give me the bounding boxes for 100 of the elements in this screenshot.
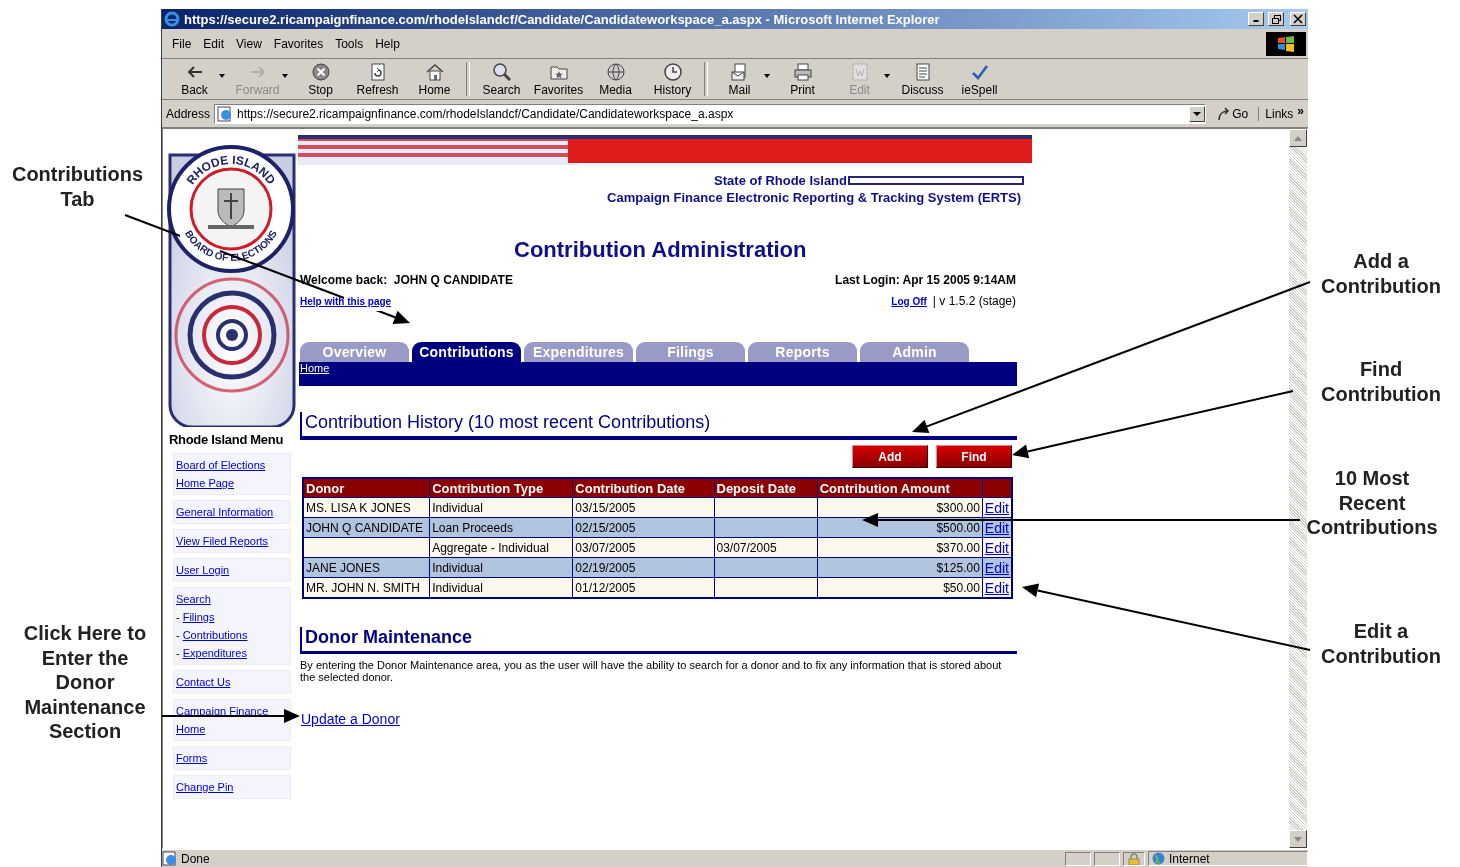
table-cell: MS. LISA K JONES bbox=[303, 497, 430, 518]
state-name: State of Rhode Island bbox=[714, 173, 847, 188]
callout-text: Contributions Tab bbox=[10, 162, 145, 211]
column-header: Deposit Date bbox=[714, 478, 818, 498]
page-icon bbox=[217, 105, 234, 122]
menu-link[interactable]: Campaign Finance bbox=[176, 702, 269, 720]
minimize-button[interactable] bbox=[1248, 12, 1264, 26]
list-dash: - bbox=[176, 646, 180, 661]
page-title: Contribution Administration bbox=[514, 237, 807, 263]
status-panel bbox=[1065, 851, 1091, 866]
links-button[interactable]: Links bbox=[1265, 106, 1294, 121]
toolbar-button[interactable]: Print bbox=[774, 61, 831, 97]
description-text: By entering the Donor Maintenance area, you as the user will have the ability to search for a donor and to fix any information that is stored about the selected donor. bbox=[300, 659, 1003, 683]
update-donor-link[interactable]: Update a Donor bbox=[301, 711, 400, 727]
toolbar-button[interactable]: Back bbox=[166, 61, 223, 97]
column-header: Donor bbox=[303, 478, 430, 498]
column-header: Contribution Type bbox=[429, 478, 573, 498]
caret-icon bbox=[1193, 110, 1202, 117]
scrollbar[interactable] bbox=[1289, 129, 1307, 848]
breadcrumb-link[interactable]: Home bbox=[300, 362, 330, 374]
menu-item[interactable]: Favorites bbox=[267, 34, 330, 53]
search-icon bbox=[490, 61, 513, 83]
toolbar-button[interactable]: Mail bbox=[711, 61, 768, 97]
menu-title: Rhode Island Menu bbox=[169, 432, 285, 447]
address-label: Address bbox=[166, 106, 211, 121]
menu-link[interactable]: Home bbox=[176, 720, 206, 738]
zone-text: Internet bbox=[1169, 851, 1210, 866]
status-panel bbox=[1094, 851, 1120, 866]
column-header: Contribution Date bbox=[572, 478, 714, 498]
last-login: Last Login: Apr 15 2005 9:14AM bbox=[835, 273, 1016, 287]
action-button[interactable]: Find bbox=[936, 445, 1012, 468]
close-button[interactable] bbox=[1290, 12, 1306, 26]
menu-link[interactable]: Contact Us bbox=[176, 673, 231, 691]
toolbar-button[interactable]: Home bbox=[406, 61, 463, 97]
menu-link[interactable]: View Filed Reports bbox=[176, 532, 269, 550]
list-dash: - bbox=[176, 628, 180, 643]
welcome-text: Welcome back: JOHN Q CANDIDATE bbox=[300, 273, 513, 287]
printer-icon bbox=[791, 61, 814, 83]
toolbar-button[interactable]: History bbox=[644, 61, 701, 97]
callout-text: Click Here to Enter the Donor Maintenance Section bbox=[22, 621, 148, 744]
menu-link[interactable]: User Login bbox=[176, 561, 230, 579]
padlock-icon bbox=[1128, 852, 1140, 865]
close-icon bbox=[1293, 14, 1303, 24]
help-link[interactable]: Help with this page bbox=[300, 295, 392, 307]
toolbar-button[interactable]: Stop bbox=[292, 61, 349, 97]
restore-icon bbox=[1271, 14, 1281, 24]
globe-icon bbox=[1152, 852, 1165, 865]
menu-link[interactable]: Board of Elections bbox=[176, 456, 266, 474]
clock-icon bbox=[661, 61, 684, 83]
callout-text: Edit a Contribution bbox=[1320, 619, 1442, 668]
callout-text: 10 Most Recent Contributions bbox=[1305, 466, 1439, 540]
menu-link[interactable]: Filings bbox=[182, 608, 215, 626]
toolbar-button[interactable]: Discuss bbox=[894, 61, 951, 97]
menu-link[interactable]: General Information bbox=[176, 503, 274, 521]
menu-link[interactable]: Home Page bbox=[176, 474, 235, 492]
menu-link[interactable]: Contributions bbox=[182, 626, 248, 644]
logoff-link[interactable]: Log Off bbox=[891, 295, 927, 307]
section-heading: Contribution History (10 most recent Contributions) bbox=[300, 412, 1017, 440]
toolbar-button[interactable]: Media bbox=[587, 61, 644, 97]
window-title: https://secure2.ricampaignfinance.com/rhodeIslandcf/Candidate/Candidateworkspace_a.aspx - Microsoft Internet Explorer bbox=[184, 11, 941, 27]
restore-button[interactable] bbox=[1268, 12, 1284, 26]
version-text: | v 1.5.2 (stage) bbox=[932, 294, 1016, 308]
more-chevron[interactable]: » bbox=[1297, 103, 1304, 118]
address-field[interactable]: https://secure2.ricampaignfinance.com/rhodeIslandcf/Candidate/Candidateworkspace_a.aspx bbox=[214, 103, 1207, 124]
go-arrow-icon bbox=[1216, 106, 1231, 121]
toolbar-button[interactable]: ieSpell bbox=[951, 61, 1008, 97]
globe-icon bbox=[604, 61, 627, 83]
table-cell: JANE JONES bbox=[303, 557, 430, 578]
section-heading: Donor Maintenance bbox=[300, 627, 1017, 654]
toolbar-button[interactable]: Refresh bbox=[349, 61, 406, 97]
menu-item[interactable]: Edit bbox=[197, 34, 231, 53]
column-header: Contribution Amount bbox=[817, 478, 983, 498]
dropdown-button[interactable] bbox=[1189, 105, 1206, 122]
windows-flag-icon bbox=[1266, 31, 1306, 56]
callout-text: Add a Contribution bbox=[1320, 249, 1442, 298]
browser-logo-icon bbox=[164, 11, 180, 27]
menu-item[interactable]: File bbox=[166, 34, 198, 53]
stop-icon bbox=[309, 61, 332, 83]
menu-link[interactable]: Expenditures bbox=[182, 644, 247, 662]
menu-item[interactable]: Tools bbox=[329, 34, 370, 53]
menu-item[interactable]: Help bbox=[369, 34, 406, 53]
toolbar-button[interactable]: Favorites bbox=[530, 61, 587, 97]
callout-text: Find Contribution bbox=[1320, 357, 1442, 406]
table-cell: JOHN Q CANDIDATE bbox=[303, 517, 430, 538]
scroll-up-button[interactable] bbox=[1289, 129, 1307, 147]
scroll-down-button[interactable] bbox=[1289, 830, 1307, 848]
table-cell: MR. JOHN N. SMITH bbox=[303, 577, 430, 598]
status-text: Done bbox=[181, 851, 211, 866]
menu-link[interactable]: Forms bbox=[176, 749, 208, 767]
toolbar-button[interactable]: Search bbox=[473, 61, 530, 97]
menu-link[interactable]: Search bbox=[176, 590, 211, 608]
down-arrow-icon bbox=[1294, 836, 1302, 842]
list-dash: - bbox=[176, 610, 180, 625]
menu-link[interactable]: Change Pin bbox=[176, 778, 234, 796]
menu-item[interactable]: View bbox=[230, 34, 268, 53]
up-arrow-icon bbox=[1294, 135, 1302, 141]
nav-tab[interactable]: Contributions bbox=[412, 342, 521, 362]
system-name: Campaign Finance Electronic Reporting & Tracking System (ERTS) bbox=[607, 190, 1021, 205]
go-button[interactable]: Go bbox=[1210, 106, 1255, 121]
action-button[interactable]: Add bbox=[852, 445, 928, 468]
